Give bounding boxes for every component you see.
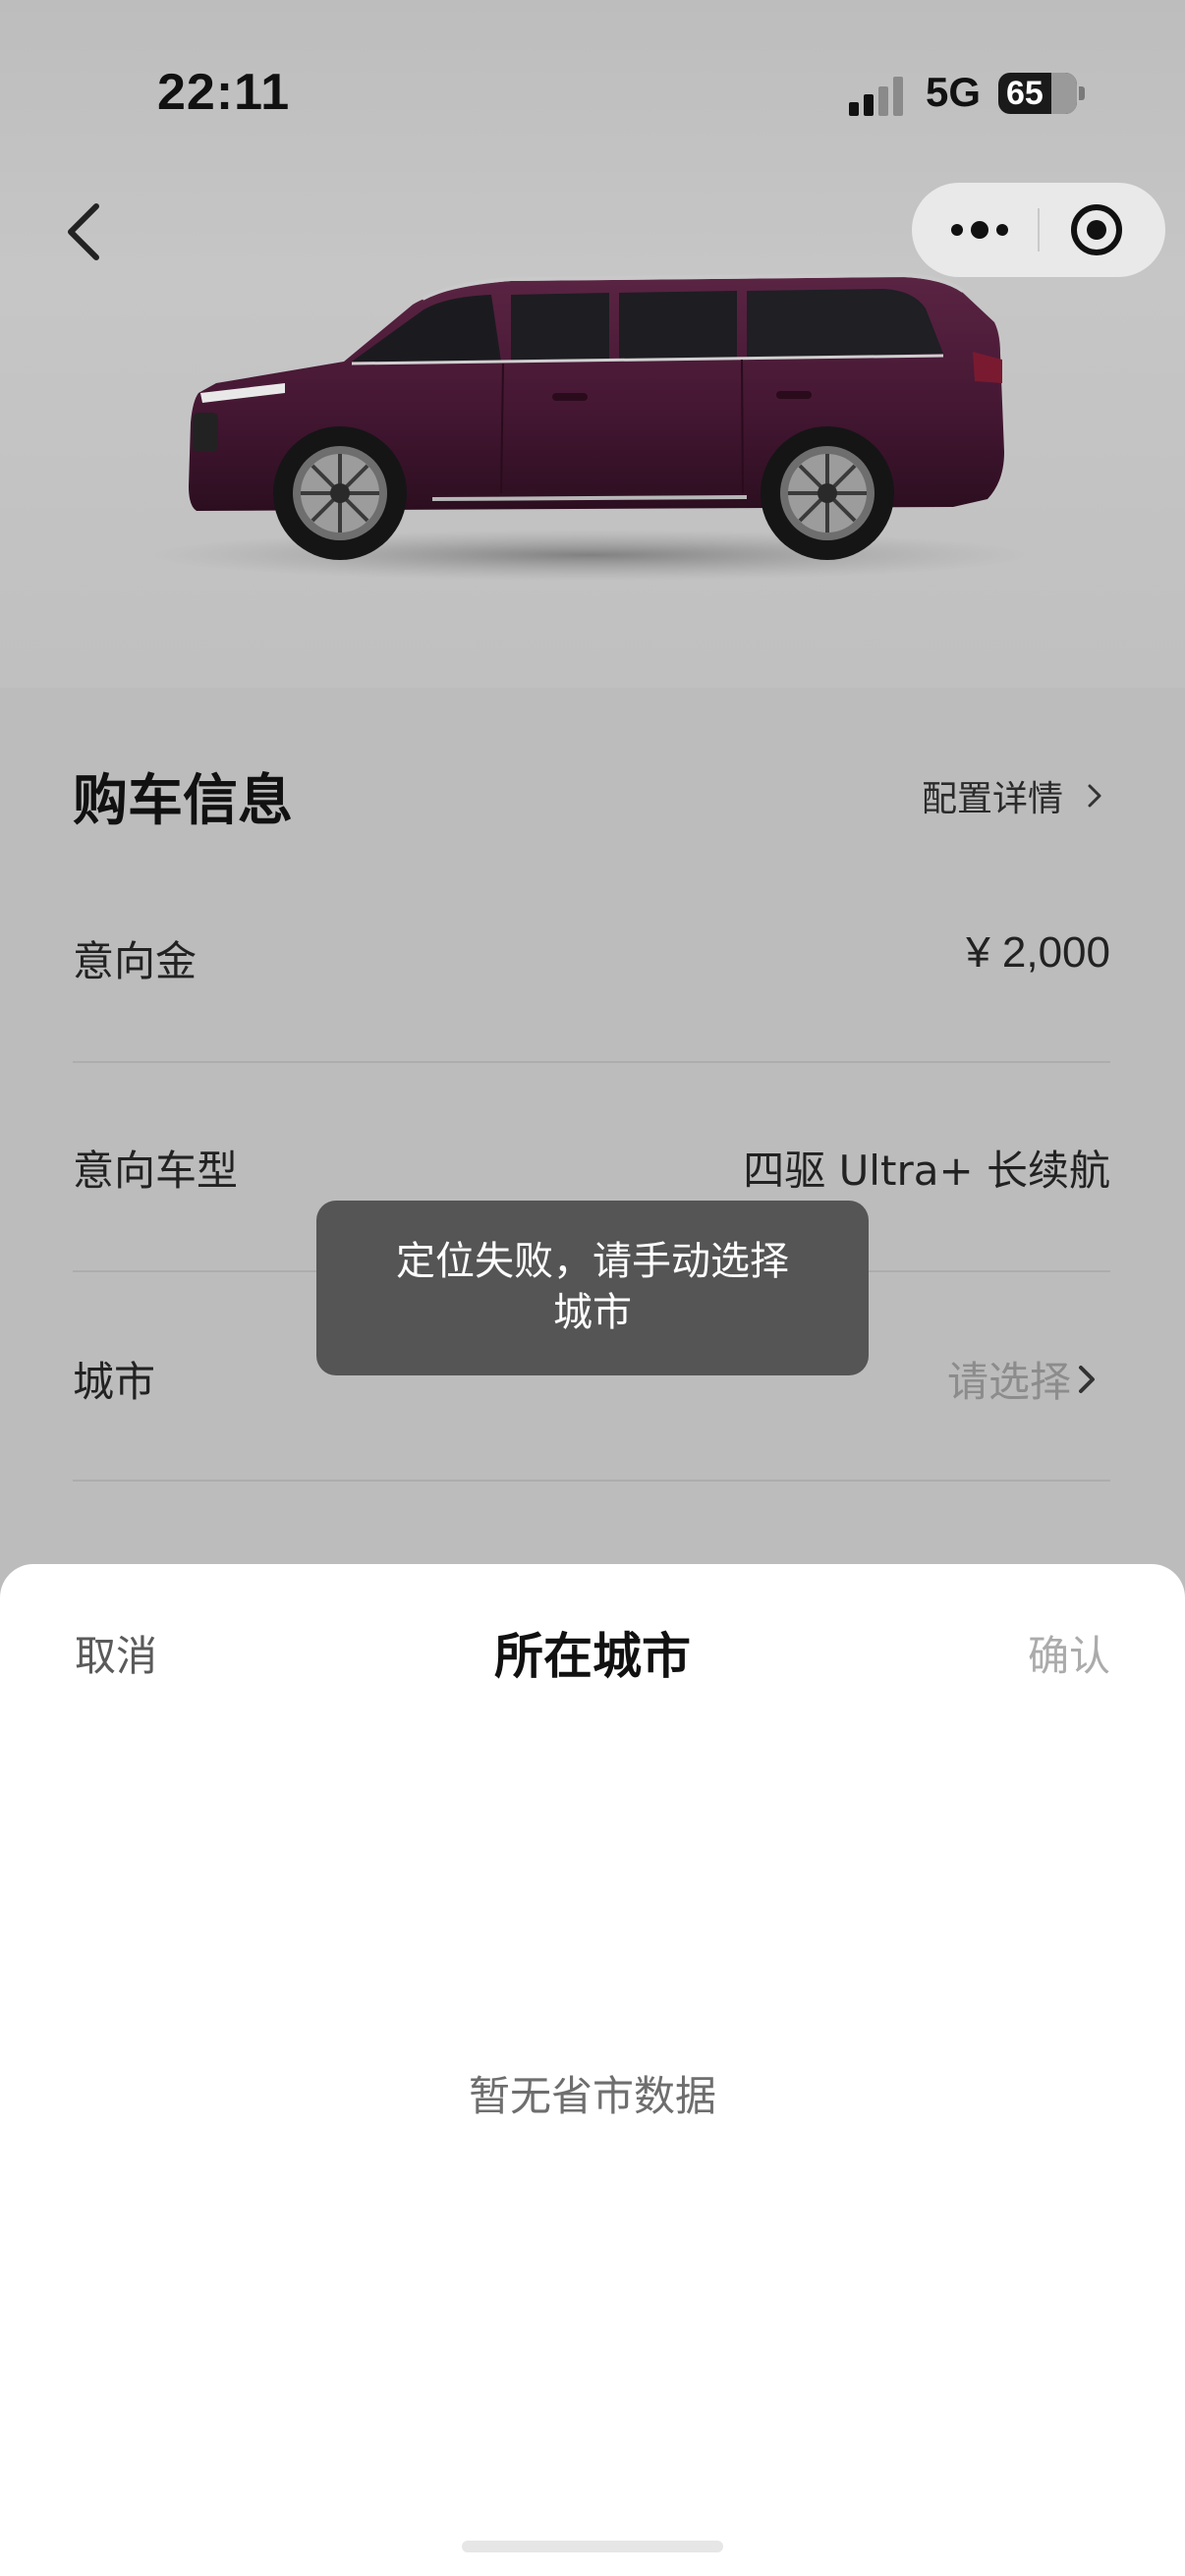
sheet-title: 所在城市 bbox=[494, 1628, 691, 1685]
chevron-right-icon bbox=[1075, 1360, 1099, 1399]
location-failed-toast: 定位失败，请手动选择 城市 bbox=[316, 1201, 869, 1375]
chevron-right-icon bbox=[1085, 779, 1104, 812]
city-picker-sheet: 取消 所在城市 确认 暂无省市数据 bbox=[0, 1564, 1185, 2576]
deposit-value: ¥ 2,000 bbox=[966, 928, 1110, 977]
city-label: 城市 bbox=[73, 1358, 156, 1406]
config-details-link[interactable]: 配置详情 bbox=[922, 770, 1063, 821]
toast-line-1: 定位失败，请手动选择 bbox=[396, 1239, 789, 1284]
status-bar: 22:11 5G 65 bbox=[0, 0, 1185, 157]
section-title: 购车信息 bbox=[73, 769, 293, 833]
confirm-button[interactable]: 确认 bbox=[1028, 1623, 1110, 1683]
toast-line-2: 城市 bbox=[553, 1290, 632, 1335]
row-divider bbox=[73, 1480, 1110, 1482]
status-time: 22:11 bbox=[157, 64, 291, 121]
empty-state-text: 暂无省市数据 bbox=[468, 2072, 716, 2120]
page: 22:11 5G 65 购车信息 配置详情 意向金 ¥ 2,000 意向车型 四… bbox=[0, 0, 1185, 2576]
battery-tip bbox=[1079, 86, 1085, 100]
car-image bbox=[98, 236, 1081, 609]
battery-icon: 65 bbox=[998, 73, 1077, 114]
home-indicator[interactable] bbox=[462, 2541, 723, 2552]
model-value: 四驱 Ultra+ 长续航 bbox=[743, 1147, 1110, 1195]
battery-level: 65 bbox=[1006, 75, 1044, 112]
row-divider bbox=[73, 1061, 1110, 1063]
model-label: 意向车型 bbox=[73, 1147, 239, 1195]
deposit-label: 意向金 bbox=[73, 937, 198, 985]
network-label: 5G bbox=[926, 69, 982, 115]
signal-icon bbox=[849, 75, 908, 116]
city-select[interactable]: 请选择 bbox=[947, 1349, 1071, 1409]
